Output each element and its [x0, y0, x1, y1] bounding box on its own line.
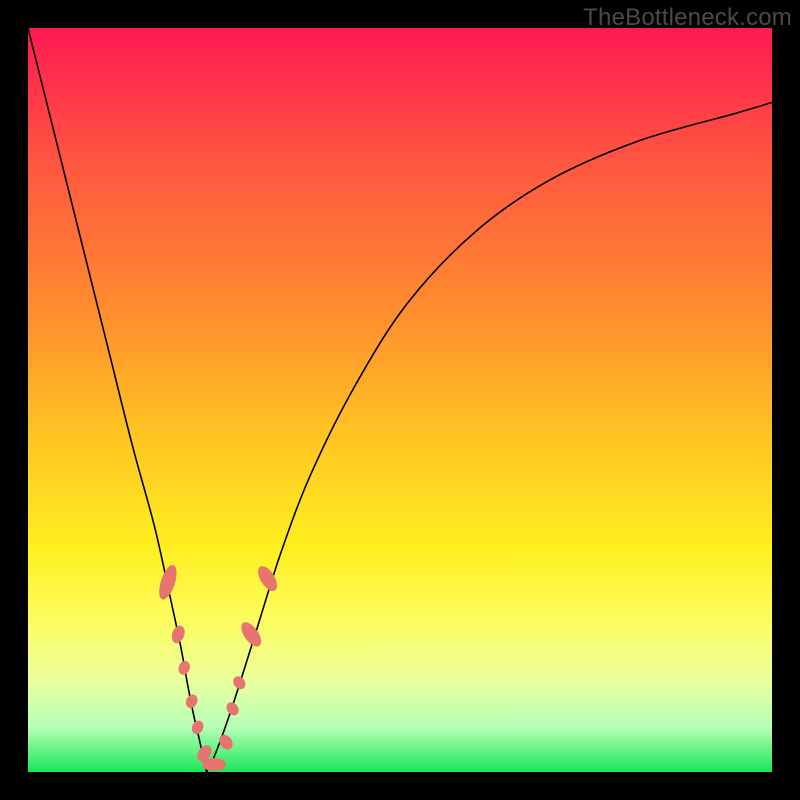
chart-frame: TheBottleneck.com [0, 0, 800, 800]
marker-layer [156, 563, 281, 771]
marker-point [254, 563, 281, 594]
marker-point [224, 700, 241, 718]
curve-right-branch [207, 102, 772, 772]
bottleneck-curve [28, 28, 772, 772]
marker-point [231, 674, 248, 692]
marker-point [156, 563, 180, 602]
marker-point [184, 693, 200, 710]
marker-point [202, 758, 226, 771]
marker-point [177, 659, 192, 676]
plot-area [28, 28, 772, 772]
marker-point [170, 624, 187, 645]
curve-left-branch [28, 28, 207, 772]
curve-layer [28, 28, 772, 772]
marker-point [190, 719, 206, 736]
